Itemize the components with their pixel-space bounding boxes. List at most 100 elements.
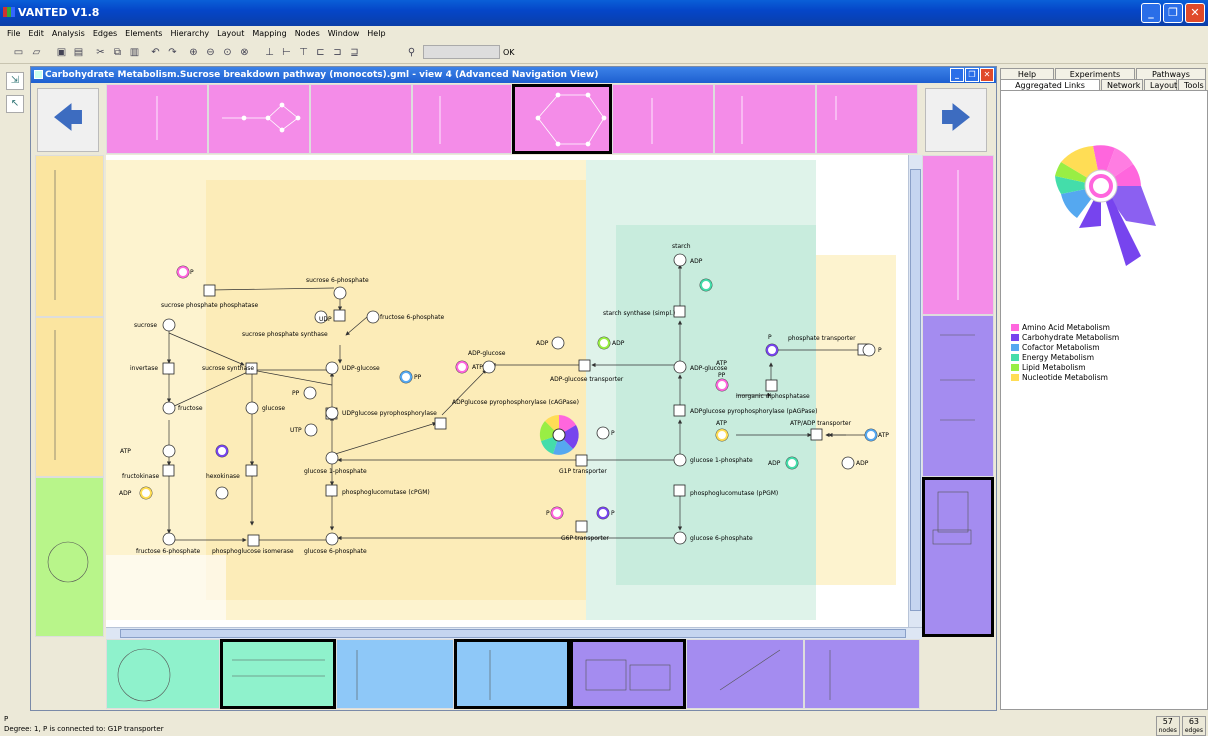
node-label: ADP bbox=[690, 258, 703, 265]
node-label: starch bbox=[672, 243, 691, 250]
legend-item: Amino Acid Metabolism bbox=[1011, 322, 1119, 332]
thumbnail-right-3[interactable] bbox=[922, 477, 994, 637]
legend-item: Lipid Metabolism bbox=[1011, 362, 1119, 372]
thumbnail-bottom-7[interactable] bbox=[804, 639, 920, 709]
node-label: ATP bbox=[472, 364, 483, 371]
menu-hierarchy[interactable]: Hierarchy bbox=[166, 26, 213, 42]
new-file-icon[interactable]: ▭ bbox=[12, 46, 25, 59]
horizontal-scrollbar[interactable] bbox=[106, 627, 922, 639]
restore-button[interactable]: ❐ bbox=[1163, 3, 1183, 23]
align-bottom-icon[interactable]: ⊥ bbox=[263, 46, 276, 59]
undo-icon[interactable]: ↶ bbox=[149, 46, 162, 59]
node-label: starch synthase (simpl.) bbox=[603, 310, 675, 317]
vertical-scroll-thumb[interactable] bbox=[910, 169, 921, 611]
menu-help[interactable]: Help bbox=[363, 26, 389, 42]
zoom-reset-icon[interactable]: ⊗ bbox=[238, 46, 251, 59]
select-tool-icon[interactable]: ↖ bbox=[6, 95, 24, 113]
selected-node-sunburst[interactable] bbox=[539, 415, 579, 455]
thumbnail-bottom-5[interactable] bbox=[570, 639, 686, 709]
node-label: phosphate transporter bbox=[788, 335, 856, 342]
graph-window-icon bbox=[34, 70, 43, 79]
node-label: phosphoglucomutase (pPGM) bbox=[690, 490, 778, 497]
menu-file[interactable]: File bbox=[3, 26, 24, 42]
thumbnail-top-2[interactable] bbox=[208, 84, 310, 154]
align-right-icon[interactable]: ⊒ bbox=[348, 46, 361, 59]
menu-nodes[interactable]: Nodes bbox=[291, 26, 324, 42]
thumbnail-top-5[interactable] bbox=[512, 84, 612, 154]
cut-icon[interactable]: ✂ bbox=[94, 46, 107, 59]
legend-swatch bbox=[1011, 363, 1019, 371]
vertical-scrollbar[interactable] bbox=[908, 155, 922, 627]
thumbnail-top-3[interactable] bbox=[310, 84, 412, 154]
thumbnail-right-2[interactable] bbox=[922, 315, 994, 477]
menu-window[interactable]: Window bbox=[324, 26, 364, 42]
thumbnail-bottom-1[interactable] bbox=[106, 639, 220, 709]
graph-maximize-button[interactable]: ❐ bbox=[965, 68, 979, 82]
node-label: ADP bbox=[856, 460, 869, 467]
node-count: 57 nodes bbox=[1155, 716, 1180, 736]
node-label: glucose 1-phosphate bbox=[690, 457, 753, 464]
node-label: sucrose phosphate phosphatase bbox=[161, 302, 258, 309]
thumbnail-top-6[interactable] bbox=[612, 84, 714, 154]
thumbnail-top-7[interactable] bbox=[714, 84, 816, 154]
app-titlebar: VANTED V1.8 _ ❐ ✕ bbox=[0, 0, 1208, 26]
app-title: VANTED V1.8 bbox=[18, 6, 100, 19]
thumbnail-bottom-2[interactable] bbox=[220, 639, 336, 709]
horizontal-scroll-thumb[interactable] bbox=[120, 629, 906, 638]
search-ok-button[interactable]: OK bbox=[503, 48, 515, 57]
menu-edges[interactable]: Edges bbox=[89, 26, 121, 42]
node-label: ATP bbox=[716, 360, 727, 367]
node-label: ADP bbox=[768, 460, 781, 467]
search-icon[interactable]: ⚲ bbox=[405, 46, 418, 59]
menu-edit[interactable]: Edit bbox=[24, 26, 48, 42]
save-all-icon[interactable]: ▤ bbox=[72, 46, 85, 59]
app-icon bbox=[3, 7, 15, 17]
node-label: UDPglucose pyrophosphorylase bbox=[342, 410, 437, 417]
thumbnail-bottom-3[interactable] bbox=[336, 639, 454, 709]
menu-analysis[interactable]: Analysis bbox=[48, 26, 89, 42]
thumbnail-left-2[interactable] bbox=[35, 317, 104, 477]
align-middle-icon[interactable]: ⊐ bbox=[331, 46, 344, 59]
thumbnail-top-4[interactable] bbox=[412, 84, 512, 154]
menu-layout[interactable]: Layout bbox=[213, 26, 248, 42]
thumbnail-bottom-4[interactable] bbox=[454, 639, 570, 709]
close-button[interactable]: ✕ bbox=[1185, 3, 1205, 23]
redo-icon[interactable]: ↷ bbox=[166, 46, 179, 59]
open-file-icon[interactable]: ▱ bbox=[30, 46, 43, 59]
graph-window-controls: _ ❐ ✕ bbox=[950, 68, 994, 82]
navigate-back-button[interactable]: 🡄 bbox=[37, 88, 99, 152]
align-top-icon[interactable]: ⊤ bbox=[297, 46, 310, 59]
align-left-icon[interactable]: ⊏ bbox=[314, 46, 327, 59]
graph-window-titlebar: Carbohydrate Metabolism.Sucrose breakdow… bbox=[31, 67, 996, 83]
thumbnail-top-1[interactable] bbox=[106, 84, 208, 154]
graph-minimize-button[interactable]: _ bbox=[950, 68, 964, 82]
align-center-icon[interactable]: ⊢ bbox=[280, 46, 293, 59]
legend-item: Energy Metabolism bbox=[1011, 352, 1119, 362]
node-label: glucose 6-phosphate bbox=[304, 548, 367, 555]
thumbnail-bottom-6[interactable] bbox=[686, 639, 804, 709]
node-label: glucose 1-phosphate bbox=[304, 468, 367, 475]
search-input[interactable] bbox=[423, 45, 500, 59]
navigate-forward-button[interactable]: 🡆 bbox=[925, 88, 987, 152]
thumbnail-left-3[interactable] bbox=[35, 477, 104, 637]
graph-canvas[interactable]: sucrose 6-phosphate P sucrose phosphate … bbox=[106, 155, 922, 627]
thumbnail-top-8[interactable] bbox=[816, 84, 918, 154]
zoom-in-icon[interactable]: ⊕ bbox=[187, 46, 200, 59]
pathway-network[interactable]: sucrose 6-phosphate P sucrose phosphate … bbox=[106, 155, 922, 627]
minimize-button[interactable]: _ bbox=[1141, 3, 1161, 23]
node-label: P bbox=[611, 510, 615, 517]
paste-icon[interactable]: ▥ bbox=[128, 46, 141, 59]
node-label: ADP bbox=[536, 340, 549, 347]
node-label: sucrose synthase bbox=[202, 365, 254, 372]
save-icon[interactable]: ▣ bbox=[55, 46, 68, 59]
thumbnail-left-1[interactable] bbox=[35, 155, 104, 317]
menu-mapping[interactable]: Mapping bbox=[248, 26, 290, 42]
node-label: glucose 6-phosphate bbox=[690, 535, 753, 542]
zoom-fit-icon[interactable]: ⊙ bbox=[221, 46, 234, 59]
menu-elements[interactable]: Elements bbox=[121, 26, 166, 42]
thumbnail-right-1[interactable] bbox=[922, 155, 994, 315]
layout-tool-icon[interactable]: ⇲ bbox=[6, 72, 24, 90]
copy-icon[interactable]: ⧉ bbox=[111, 46, 124, 59]
graph-close-button[interactable]: ✕ bbox=[980, 68, 994, 82]
zoom-out-icon[interactable]: ⊖ bbox=[204, 46, 217, 59]
